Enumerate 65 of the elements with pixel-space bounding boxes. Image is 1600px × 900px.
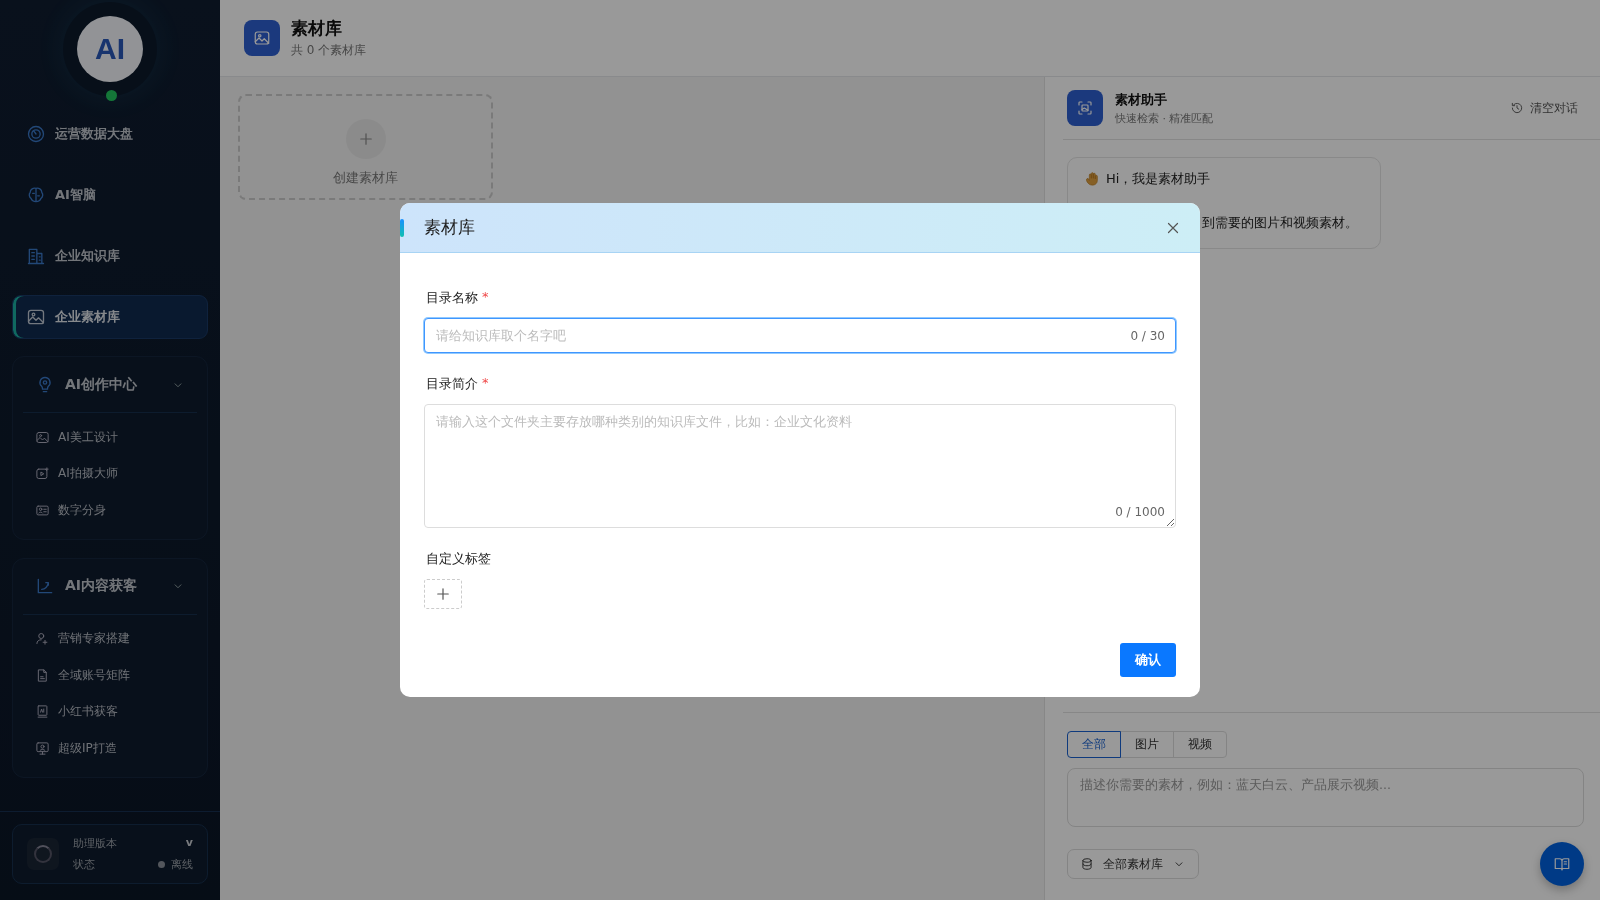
image-icon — [253, 29, 271, 47]
gauge-icon — [26, 124, 46, 144]
filter-tab[interactable]: 视频 — [1173, 731, 1227, 758]
group-header[interactable]: AI创作中心 — [23, 357, 197, 413]
add-tag-button[interactable] — [424, 579, 462, 609]
required-mark: * — [482, 375, 489, 392]
menu-item[interactable]: 全域账号矩阵 — [23, 657, 197, 694]
book-icon — [1553, 855, 1571, 873]
assistant-subtitle: 快速检索 · 精准匹配 — [1115, 110, 1215, 126]
building-icon — [26, 246, 46, 266]
required-mark: * — [482, 289, 489, 306]
nav-item[interactable]: 企业知识库 — [12, 234, 208, 278]
plus-icon — [434, 585, 452, 603]
nav-item[interactable]: 运营数据大盘 — [12, 112, 208, 156]
book-icon — [35, 704, 50, 720]
field-label: 目录简介 — [426, 375, 478, 393]
greeting-text: Hi，我是素材助手 — [1106, 170, 1211, 188]
logo-text: AI — [95, 32, 125, 66]
menu-item[interactable]: AI美工设计 — [23, 419, 197, 456]
nav-item[interactable]: 企业素材库 — [12, 295, 208, 339]
spinner-icon — [27, 838, 59, 870]
image-icon — [26, 307, 46, 327]
database-icon — [1080, 857, 1094, 871]
library-dropdown[interactable]: 全部素材库 — [1067, 849, 1199, 879]
accent-bar — [400, 218, 404, 237]
field-label: 自定义标签 — [426, 550, 491, 568]
message-text: 到需要的图片和视频素材。 — [1202, 214, 1359, 232]
version-label: 助理版本 — [73, 836, 118, 851]
menu-item[interactable]: 营销专家搭建 — [23, 620, 197, 657]
confirm-button[interactable]: 确认 — [1120, 643, 1176, 677]
menu-item[interactable]: 数字分身 — [23, 492, 197, 529]
filter-tab[interactable]: 图片 — [1120, 731, 1174, 758]
waving-hand-icon — [1084, 171, 1100, 187]
char-counter: 0 / 30 — [1130, 329, 1165, 343]
assistant-title: 素材助手 — [1115, 90, 1168, 109]
presenter-icon — [35, 740, 50, 756]
page-title: 素材库 — [291, 17, 343, 40]
chart-icon — [35, 576, 55, 596]
status-label: 状态 — [73, 857, 96, 872]
filter-tab[interactable]: 全部 — [1067, 731, 1121, 758]
image-scan-icon — [1076, 99, 1094, 117]
document-icon — [35, 667, 50, 683]
menu-item[interactable]: AI拍摄大师 — [23, 455, 197, 492]
camera-icon — [35, 466, 50, 482]
menu-item[interactable]: 超级IP打造 — [23, 730, 197, 767]
status-text: 离线 — [171, 857, 193, 872]
clear-chat-button[interactable]: 清空对话 — [1510, 99, 1578, 117]
version-value: v — [185, 836, 193, 851]
page-subtitle: 共 0 个素材库 — [291, 42, 367, 59]
create-label: 创建素材库 — [333, 169, 398, 187]
menu-item[interactable]: 小红书获客 — [23, 693, 197, 730]
brain-icon — [26, 185, 46, 205]
dialog-title: 素材库 — [424, 216, 476, 239]
create-card[interactable]: 创建素材库 — [238, 94, 493, 200]
group-title: AI内容获客 — [65, 577, 139, 595]
char-counter: 0 / 1000 — [1115, 505, 1165, 519]
floating-button[interactable] — [1540, 842, 1584, 886]
group-title: AI创作中心 — [65, 375, 139, 394]
id-card-icon — [35, 502, 50, 518]
image-icon — [35, 429, 50, 445]
user-plus-icon — [35, 631, 50, 647]
field-label: 目录名称 — [426, 289, 478, 307]
group-header[interactable]: AI内容获客 — [23, 558, 197, 615]
nav-item[interactable]: AI智脑 — [12, 173, 208, 217]
history-icon — [1510, 101, 1524, 115]
